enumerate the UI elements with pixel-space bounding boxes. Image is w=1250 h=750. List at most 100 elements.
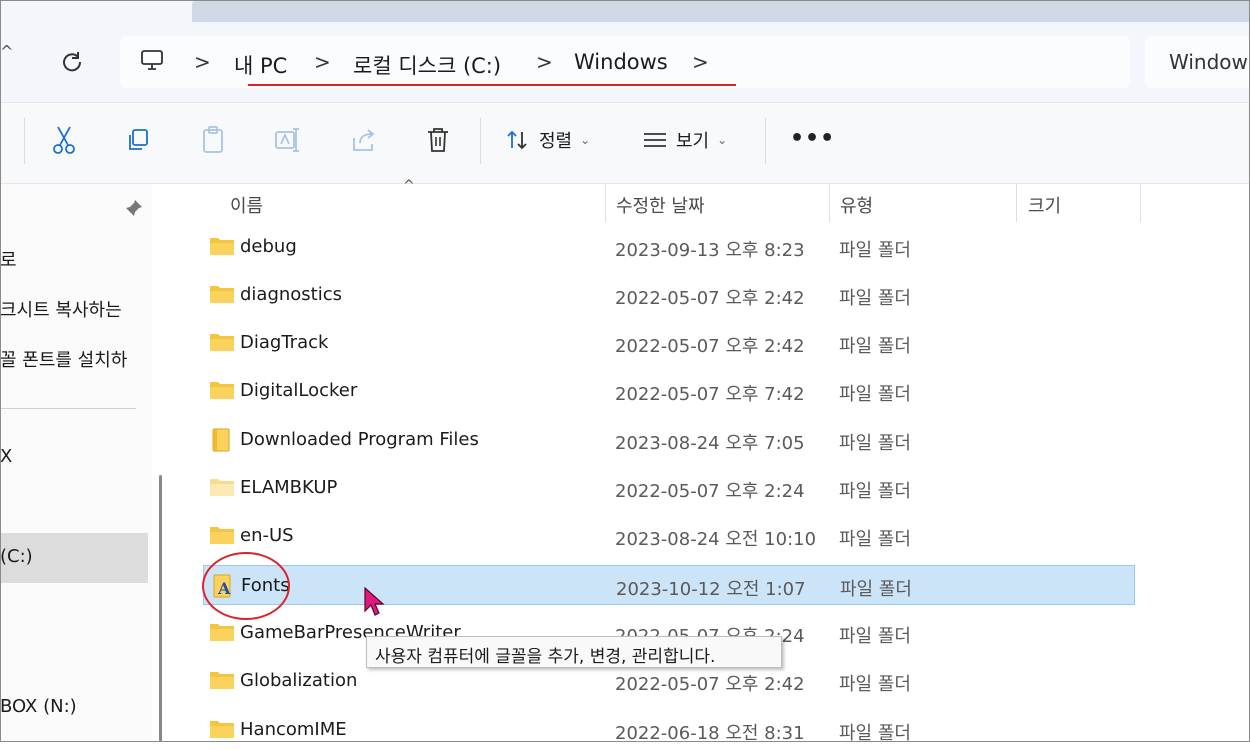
- file-date: 2022-05-07 오후 2:42: [615, 674, 805, 695]
- share-icon[interactable]: [348, 122, 380, 158]
- special-folder-icon: [209, 428, 235, 452]
- file-type: 파일 폴더: [839, 674, 911, 695]
- folder-icon: [209, 235, 235, 257]
- more-options-button[interactable]: •••: [790, 126, 835, 151]
- file-date: 2022-05-07 오후 2:24: [615, 481, 805, 502]
- nav-item-network-drive[interactable]: BOX (N:): [0, 696, 77, 717]
- folder-icon: [209, 718, 235, 740]
- column-header-type[interactable]: 유형: [840, 192, 873, 218]
- column-header-date[interactable]: 수정한 날짜: [616, 192, 705, 218]
- file-type: 파일 폴더: [839, 240, 911, 261]
- search-text: Window: [1169, 50, 1248, 74]
- file-name: DiagTrack: [240, 332, 329, 353]
- chevron-right-icon[interactable]: >: [692, 50, 709, 74]
- file-row[interactable]: ELAMBKUP 2022-05-07 오후 2:24 파일 폴더: [203, 468, 1135, 508]
- file-type: 파일 폴더: [839, 723, 911, 744]
- paste-icon[interactable]: [197, 122, 229, 158]
- file-date: 2022-05-07 오후 2:42: [615, 288, 805, 309]
- folder-icon: [209, 379, 235, 401]
- folder-icon: [209, 669, 235, 691]
- cut-icon[interactable]: [48, 122, 80, 158]
- sort-icon: [507, 130, 527, 150]
- breadcrumb-local-disk[interactable]: 로컬 디스크 (C:): [353, 50, 501, 80]
- pc-icon: [140, 48, 164, 72]
- chevron-down-icon: ⌄: [717, 133, 728, 147]
- breadcrumb-my-pc[interactable]: 내 PC: [234, 50, 287, 80]
- folder-icon: [209, 283, 235, 305]
- tab-background: [192, 0, 1250, 22]
- file-date: 2022-05-07 오후 7:42: [615, 384, 805, 405]
- file-name: ELAMBKUP: [240, 477, 338, 498]
- column-divider[interactable]: [829, 184, 830, 222]
- file-row[interactable]: debug 2023-09-13 오후 8:23 파일 폴더: [203, 227, 1135, 267]
- refresh-icon[interactable]: [58, 48, 86, 76]
- rename-icon[interactable]: [272, 122, 304, 158]
- pin-icon[interactable]: [124, 198, 144, 218]
- file-name: diagnostics: [240, 284, 343, 305]
- file-date: 2022-06-18 오전 8:31: [615, 723, 805, 744]
- nav-item-quick-access[interactable]: 크시트 복사하는: [0, 296, 122, 322]
- file-name: HancomIME: [240, 719, 347, 740]
- folder-icon: [209, 621, 235, 643]
- nav-item-quick-access[interactable]: 꼴 폰트를 설치하: [0, 346, 127, 372]
- sort-button[interactable]: 정렬 ⌄: [505, 122, 590, 158]
- toolbar-divider: [24, 118, 25, 164]
- nav-item-quick-access[interactable]: 로: [0, 246, 17, 272]
- annotation-underline: [248, 84, 736, 86]
- chevron-right-icon[interactable]: >: [194, 50, 211, 74]
- nav-divider: [0, 408, 136, 409]
- folder-icon: [209, 476, 235, 498]
- nav-scrollbar[interactable]: [159, 475, 162, 742]
- file-type: 파일 폴더: [839, 433, 911, 454]
- folder-icon: [209, 524, 235, 546]
- tab-strip: [0, 0, 1250, 22]
- file-name: en-US: [240, 525, 294, 546]
- file-name: Globalization: [240, 670, 358, 691]
- column-divider[interactable]: [1016, 184, 1017, 222]
- file-name: debug: [240, 236, 297, 257]
- nav-item-drive[interactable]: X: [0, 446, 12, 467]
- file-date: 2022-05-07 오후 2:42: [615, 336, 805, 357]
- file-row[interactable]: diagnostics 2022-05-07 오후 2:42 파일 폴더: [203, 275, 1135, 315]
- view-button[interactable]: 보기 ⌄: [642, 122, 727, 158]
- file-type: 파일 폴더: [839, 288, 911, 309]
- chevron-right-icon[interactable]: >: [314, 50, 331, 74]
- command-bar: [0, 102, 1250, 184]
- search-input[interactable]: Window: [1145, 36, 1250, 88]
- sort-label: 정렬: [539, 131, 573, 152]
- sort-ascending-icon: ^: [403, 178, 415, 194]
- file-row-selected[interactable]: A Fonts 2023-10-12 오전 1:07 파일 폴더: [203, 565, 1135, 605]
- file-date: 2023-08-24 오후 7:05: [615, 433, 805, 454]
- file-type: 파일 폴더: [839, 481, 911, 502]
- nav-item-local-disk[interactable]: (C:): [0, 546, 33, 567]
- column-header-name[interactable]: 이름: [230, 192, 263, 218]
- file-name: Downloaded Program Files: [240, 429, 479, 450]
- copy-icon[interactable]: [122, 122, 154, 158]
- active-tab[interactable]: [0, 0, 192, 22]
- navigation-pane: [0, 184, 152, 742]
- tooltip: 사용자 컴퓨터에 글꼴을 추가, 변경, 관리합니다.: [366, 636, 782, 668]
- mouse-cursor-icon: [364, 586, 386, 619]
- column-header-size[interactable]: 크기: [1028, 192, 1061, 218]
- file-row[interactable]: en-US 2023-08-24 오전 10:10 파일 폴더: [203, 516, 1135, 556]
- file-type: 파일 폴더: [839, 384, 911, 405]
- tooltip-text: 사용자 컴퓨터에 글꼴을 추가, 변경, 관리합니다.: [375, 647, 716, 667]
- file-type: 파일 폴더: [840, 579, 912, 600]
- toolbar-divider: [765, 118, 766, 164]
- file-row[interactable]: DiagTrack 2022-05-07 오후 2:42 파일 폴더: [203, 323, 1135, 363]
- file-name: DigitalLocker: [240, 380, 358, 401]
- file-row[interactable]: Downloaded Program Files 2023-08-24 오후 7…: [203, 420, 1135, 460]
- column-divider[interactable]: [1140, 184, 1141, 222]
- file-row[interactable]: DigitalLocker 2022-05-07 오후 7:42 파일 폴더: [203, 371, 1135, 411]
- delete-icon[interactable]: [422, 122, 454, 158]
- chevron-right-icon[interactable]: >: [536, 50, 553, 74]
- breadcrumb-windows[interactable]: Windows: [574, 50, 668, 74]
- toolbar-divider: [480, 118, 481, 164]
- file-date: 2023-09-13 오후 8:23: [615, 240, 805, 261]
- file-row[interactable]: HancomIME 2022-06-18 오전 8:31 파일 폴더: [203, 710, 1135, 750]
- up-arrow-icon[interactable]: ^: [0, 42, 14, 62]
- file-date: 2023-10-12 오전 1:07: [616, 579, 806, 600]
- chevron-down-icon: ⌄: [580, 133, 591, 147]
- file-type: 파일 폴더: [839, 626, 911, 647]
- column-divider[interactable]: [605, 184, 606, 222]
